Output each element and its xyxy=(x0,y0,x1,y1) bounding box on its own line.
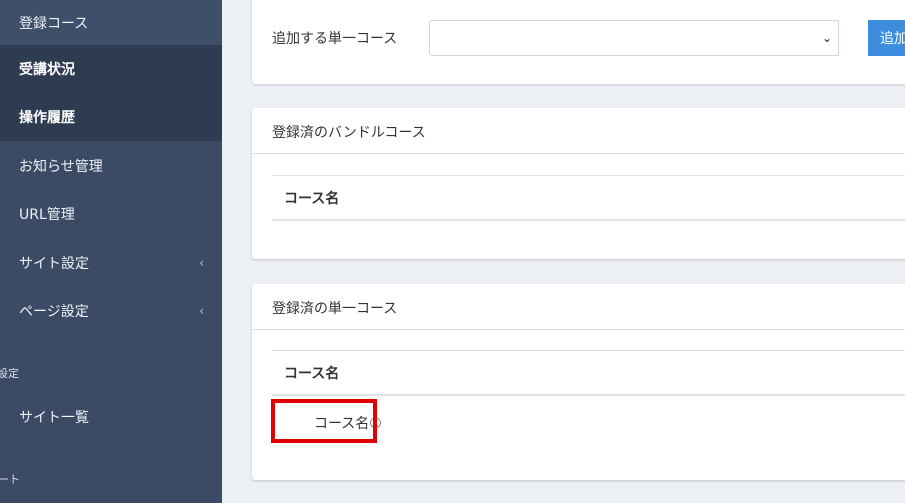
sidebar-section-header: 設定 xyxy=(0,367,19,380)
add-course-label: 追加する単一コース xyxy=(272,31,398,47)
sidebar-item-attendance[interactable]: 受講状況 xyxy=(0,45,222,93)
sidebar-item-site-settings[interactable]: サイト設定 ‹ xyxy=(0,239,222,287)
sidebar-item-page-settings[interactable]: ページ設定 ‹ xyxy=(0,287,222,335)
sidebar-item-site-list[interactable]: サイト一覧 xyxy=(0,393,222,441)
sidebar-item-label: URL管理 xyxy=(19,207,75,223)
sidebar-item-label: 操作履歴 xyxy=(19,110,75,126)
sidebar-item-label: サイト一覧 xyxy=(19,410,89,426)
sidebar-section-header: ート xyxy=(0,473,20,486)
sidebar-item-url-management[interactable]: URL管理 xyxy=(0,190,222,238)
sidebar-item-label: ページ設定 xyxy=(19,304,89,320)
single-course-select[interactable]: ⌄ xyxy=(429,20,839,56)
sidebar-item-registered-courses[interactable]: 登録コース xyxy=(0,0,222,45)
highlight-box xyxy=(271,399,377,443)
sidebar-item-operation-history[interactable]: 操作履歴 xyxy=(0,93,222,141)
sidebar-item-label: お知らせ管理 xyxy=(19,159,103,175)
sidebar-item-label: 登録コース xyxy=(19,15,89,32)
divider xyxy=(252,153,905,154)
sidebar: 登録コース 受講状況 操作履歴 お知らせ管理 URL管理 サイト設定 ‹ ページ… xyxy=(0,0,222,503)
table-header-course-name: コース名 xyxy=(272,350,905,396)
chevron-left-icon: ‹ xyxy=(199,304,204,318)
chevron-left-icon: ‹ xyxy=(199,256,204,270)
add-button[interactable]: 追加 xyxy=(868,20,905,56)
sidebar-item-label: サイト設定 xyxy=(19,256,89,272)
sidebar-item-notices[interactable]: お知らせ管理 xyxy=(0,142,222,190)
sidebar-item-label: 受講状況 xyxy=(19,62,75,78)
single-course-card: 登録済の単一コース コース名 コース名① xyxy=(252,284,905,480)
add-course-card: 追加する単一コース ⌄ 追加 xyxy=(252,0,905,84)
chevron-down-icon: ⌄ xyxy=(821,31,832,45)
table-header-course-name: コース名 xyxy=(272,175,905,221)
bundle-course-card: 登録済のバンドルコース コース名 xyxy=(252,108,905,259)
divider xyxy=(252,329,905,330)
card-title: 登録済の単一コース xyxy=(272,301,398,317)
card-title: 登録済のバンドルコース xyxy=(272,125,426,141)
